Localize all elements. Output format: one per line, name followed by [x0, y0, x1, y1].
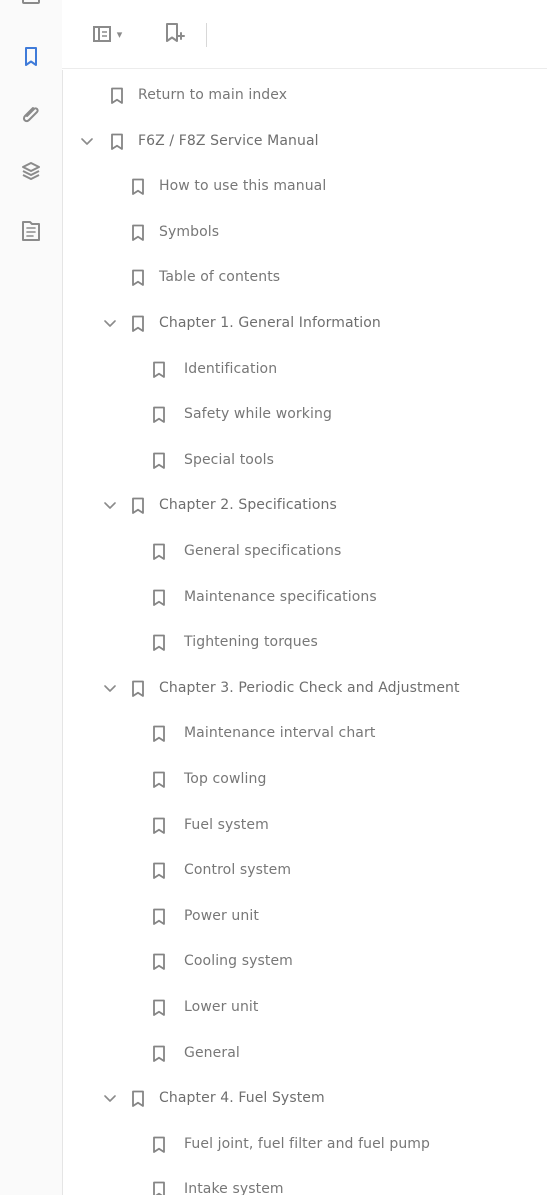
bookmark-icon	[150, 588, 168, 608]
bookmark-label: Chapter 1. General Information	[159, 315, 381, 331]
bookmark-group-row[interactable]: Chapter 4. Fuel System	[62, 1079, 547, 1119]
bookmark-icon	[129, 496, 147, 516]
add-bookmark-button[interactable]	[160, 19, 188, 47]
bookmark-row[interactable]: Symbols	[62, 213, 547, 253]
bookmark-icon	[150, 952, 168, 972]
chevron-down-icon: ▾	[116, 27, 123, 41]
bookmark-icon	[150, 360, 168, 380]
bookmark-label: Intake system	[184, 1181, 284, 1195]
bookmark-row[interactable]: Lower unit	[62, 988, 547, 1028]
bookmark-row[interactable]: Safety while working	[62, 395, 547, 435]
panel-options-icon	[92, 26, 111, 42]
bookmarks-icon[interactable]	[14, 40, 48, 74]
bookmark-row[interactable]: Fuel system	[62, 806, 547, 846]
bookmark-row[interactable]: Cooling system	[62, 942, 547, 982]
add-bookmark-icon	[166, 23, 185, 42]
bookmark-label: How to use this manual	[159, 178, 327, 195]
bookmark-label: Top cowling	[184, 771, 267, 787]
bookmark-label: Chapter 4. Fuel System	[159, 1090, 325, 1107]
expand-chevron-icon[interactable]	[103, 317, 117, 331]
bookmark-icon	[150, 451, 168, 471]
bookmark-label: Chapter 3. Periodic Check and Adjustment	[159, 679, 460, 696]
bookmark-toolbar: ▾	[62, 0, 547, 70]
bookmark-row[interactable]: Top cowling	[62, 760, 547, 800]
bookmark-label: Control system	[184, 862, 292, 879]
bookmark-label: Special tools	[184, 451, 274, 468]
tags-icon[interactable]	[14, 214, 48, 248]
bookmark-row[interactable]: Power unit	[62, 897, 547, 937]
bookmark-icon	[150, 770, 168, 790]
bookmark-label: Identification	[184, 360, 278, 377]
bookmark-row[interactable]: Fuel joint, fuel filter and fuel pump	[62, 1125, 547, 1165]
bookmark-group-row[interactable]: F6Z / F8Z Service Manual	[62, 122, 547, 162]
bookmark-icon	[129, 1089, 147, 1109]
bookmark-row[interactable]: Tightening torques	[62, 623, 547, 663]
bookmark-label: Lower unit	[184, 999, 259, 1015]
expand-chevron-icon[interactable]	[103, 682, 117, 696]
bookmark-label: Table of contents	[159, 269, 281, 286]
bookmark-row[interactable]: General	[62, 1034, 547, 1074]
toolbar-divider	[62, 68, 547, 69]
bookmark-icon	[129, 177, 147, 197]
bookmark-icon	[150, 861, 168, 881]
bookmark-label: Fuel joint, fuel filter and fuel pump	[184, 1135, 431, 1152]
bookmark-label: Safety while working	[184, 406, 332, 423]
bookmark-row[interactable]: General specifications	[62, 532, 547, 572]
bookmark-icon	[129, 268, 147, 288]
bookmark-icon	[150, 633, 168, 653]
bookmark-label: Maintenance interval chart	[184, 725, 376, 742]
bookmark-row[interactable]: Identification	[62, 350, 547, 390]
bookmark-label: Maintenance specifications	[184, 588, 377, 605]
bookmark-icon	[150, 542, 168, 562]
panel-options-button[interactable]: ▾	[87, 22, 127, 46]
bookmark-icon	[150, 907, 168, 927]
bookmark-row[interactable]: Maintenance interval chart	[62, 714, 547, 754]
expand-chevron-icon[interactable]	[103, 1092, 117, 1106]
bookmark-row[interactable]: Control system	[62, 851, 547, 891]
bookmark-icon	[129, 223, 147, 243]
bookmark-icon	[150, 405, 168, 425]
bookmark-row[interactable]: Special tools	[62, 441, 547, 481]
bookmark-label: Tightening torques	[184, 634, 318, 651]
bookmark-icon	[150, 816, 168, 836]
bookmark-group-row[interactable]: Chapter 3. Periodic Check and Adjustment	[62, 669, 547, 709]
bookmark-icon	[150, 724, 168, 744]
bookmark-label: General specifications	[184, 543, 342, 559]
bookmark-row[interactable]: Return to main index	[62, 76, 547, 116]
bookmark-row[interactable]: Table of contents	[62, 258, 547, 298]
bookmark-label: Symbols	[159, 223, 220, 240]
bookmark-tree: Return to main index F6Z / F8Z Service Ma…	[62, 72, 547, 1195]
bookmark-group-row[interactable]: Chapter 2. Specifications	[62, 486, 547, 526]
bookmark-icon	[150, 1044, 168, 1064]
page-thumbnails-icon[interactable]	[22, 0, 40, 4]
bookmark-row[interactable]: Maintenance specifications	[62, 578, 547, 618]
bookmark-icon	[108, 86, 126, 106]
bookmark-icon	[108, 132, 126, 152]
bookmarks-panel: ▾ Return to main index F6Z / F8Z Service …	[0, 0, 547, 1195]
bookmark-icon	[150, 1135, 168, 1155]
bookmark-label: Chapter 2. Specifications	[159, 497, 337, 514]
bookmark-icon	[150, 1180, 168, 1195]
bookmark-label: General	[184, 1044, 240, 1061]
layers-icon[interactable]	[14, 154, 48, 188]
expand-chevron-icon[interactable]	[80, 135, 94, 149]
bookmark-label: Power unit	[184, 907, 259, 924]
bookmark-label: F6Z / F8Z Service Manual	[138, 132, 319, 149]
attachments-icon[interactable]	[14, 96, 48, 130]
toolbar-separator	[206, 23, 207, 47]
bookmark-icon	[129, 679, 147, 699]
bookmark-row[interactable]: How to use this manual	[62, 167, 547, 207]
bookmark-label: Cooling system	[184, 953, 293, 970]
bookmark-label: Return to main index	[138, 87, 288, 103]
expand-chevron-icon[interactable]	[103, 499, 117, 513]
bookmark-icon	[129, 314, 147, 334]
bookmark-row[interactable]: Intake system	[62, 1170, 547, 1195]
bookmark-icon	[150, 998, 168, 1018]
bookmark-group-row[interactable]: Chapter 1. General Information	[62, 304, 547, 344]
left-navigation-rail	[0, 0, 63, 1195]
bookmark-label: Fuel system	[184, 816, 269, 833]
